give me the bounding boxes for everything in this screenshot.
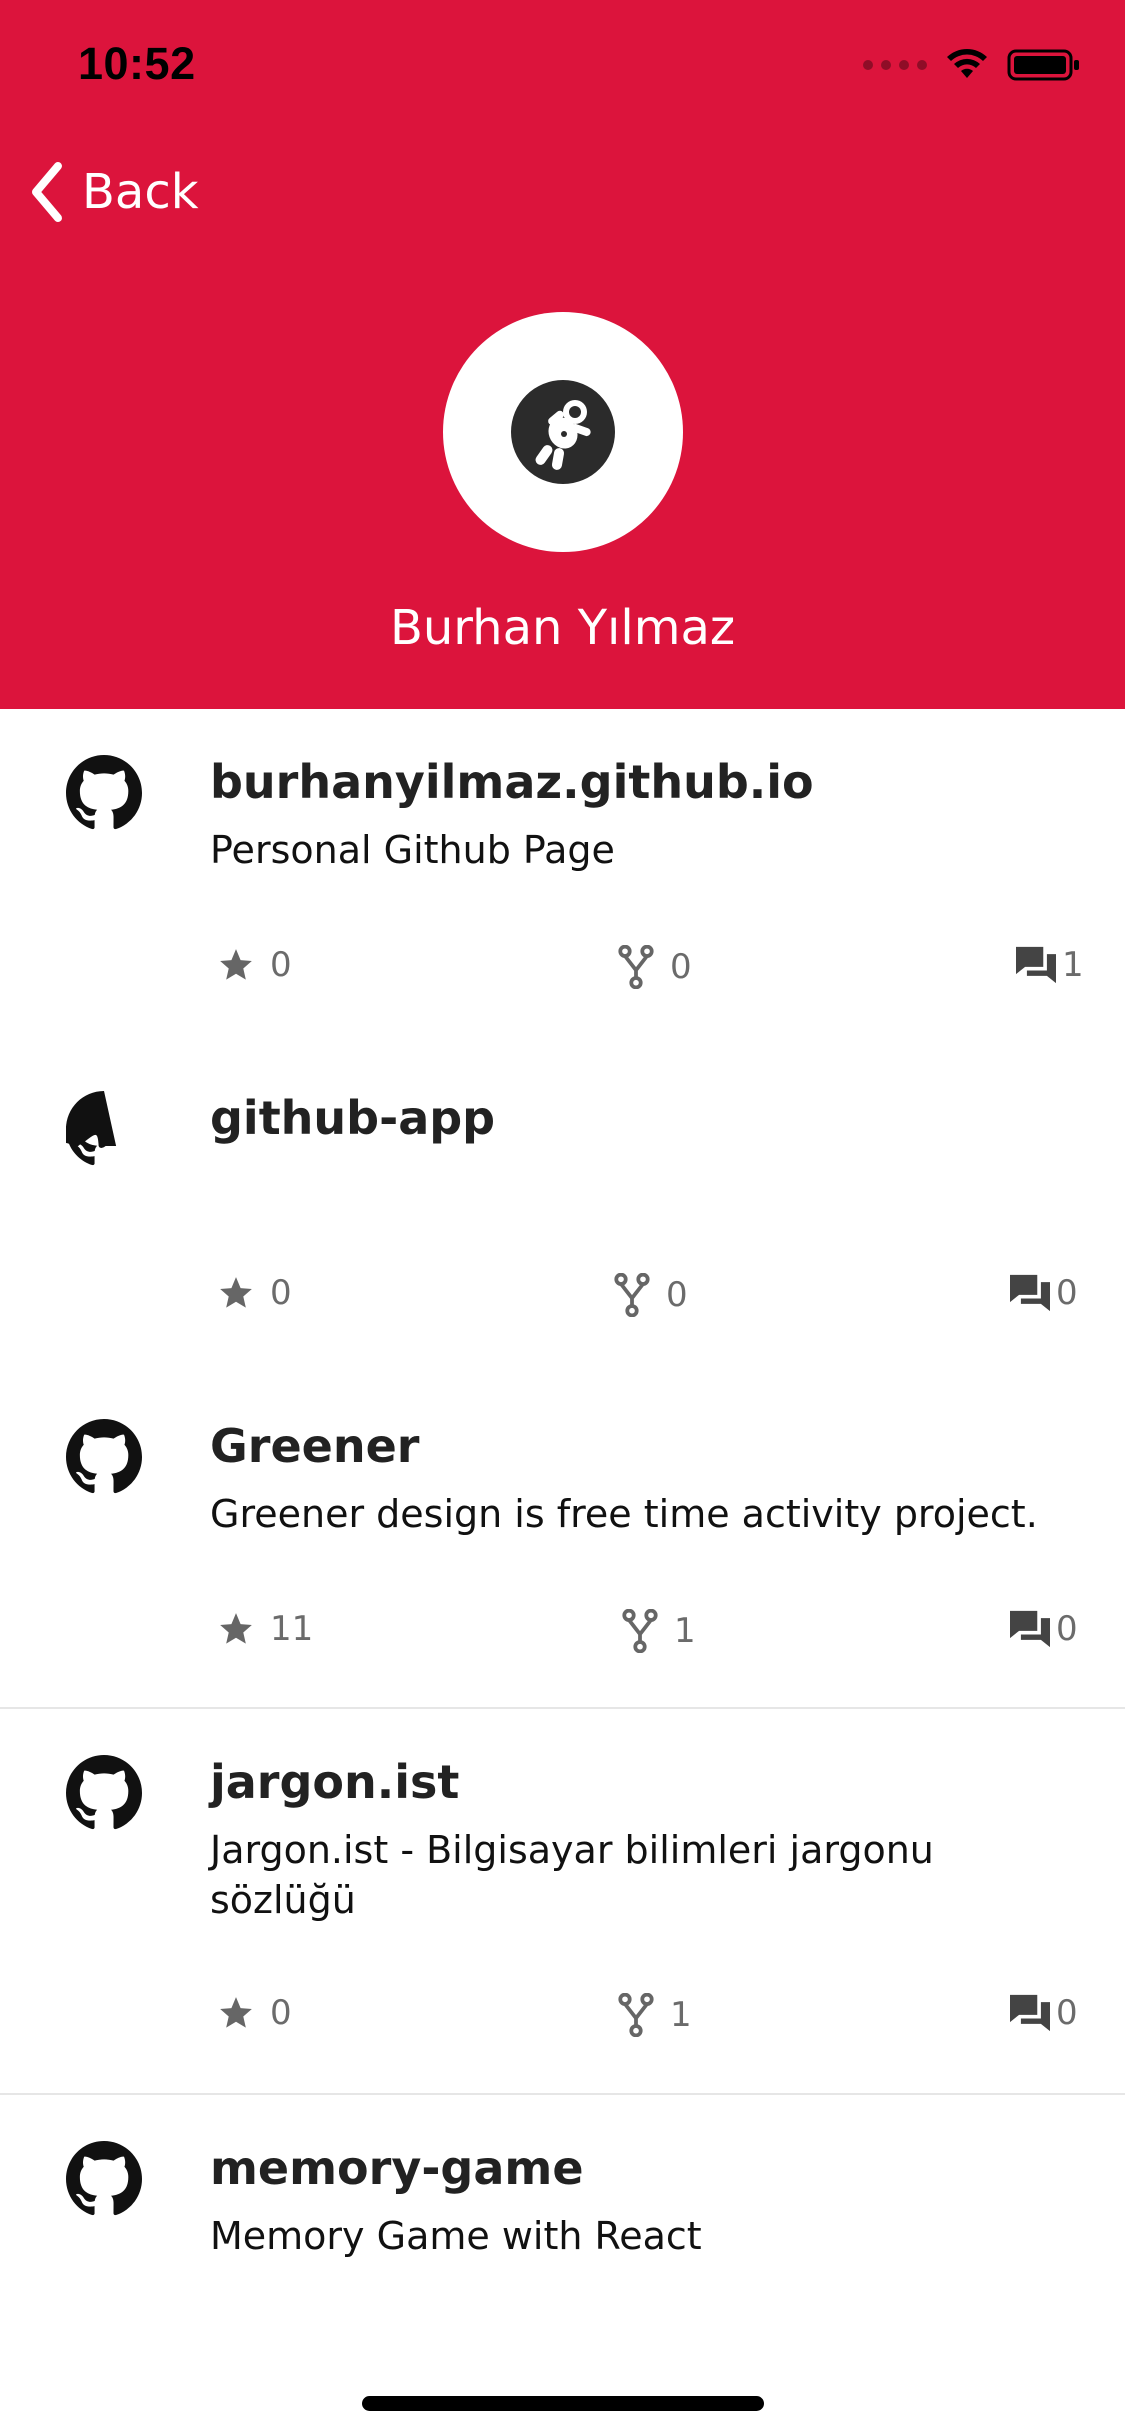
list-item[interactable]: github-app 0 0 0 — [0, 1045, 1125, 1373]
star-icon — [220, 1277, 252, 1308]
repo-name: memory-game — [210, 2141, 584, 2195]
repo-list: burhanyilmaz.github.io Personal Github P… — [0, 709, 1125, 2325]
stars-stat: 0 — [216, 945, 292, 985]
repo-description: Memory Game with React — [210, 2214, 702, 2258]
fork-icon — [614, 1273, 650, 1317]
list-item[interactable]: burhanyilmaz.github.io Personal Github P… — [0, 709, 1125, 1045]
stars-stat: 0 — [216, 1993, 292, 2033]
github-icon — [66, 1755, 142, 1830]
comments-count: 0 — [1056, 1273, 1078, 1313]
comments-count: 0 — [1056, 1993, 1078, 2033]
forks-count: 1 — [674, 1611, 696, 1651]
github-icon — [66, 1091, 117, 1166]
repo-name: github-app — [210, 1091, 496, 1145]
comments-icon — [1010, 1994, 1050, 2032]
stars-stat: 0 — [216, 1273, 292, 1313]
github-icon — [66, 2141, 142, 2216]
comments-icon — [1010, 1274, 1050, 1312]
star-icon — [220, 1613, 252, 1644]
signal-dots-icon — [863, 60, 927, 70]
repo-name: jargon.ist — [210, 1755, 460, 1809]
stars-count: 0 — [270, 1993, 292, 2033]
repo-description: Jargon.ist - Bilgisayar bilimleri jargon… — [210, 1828, 934, 1922]
list-item[interactable]: Greener Greener design is free time acti… — [0, 1373, 1125, 1709]
fork-icon — [618, 945, 654, 989]
list-item[interactable]: jargon.ist Jargon.ist - Bilgisayar bilim… — [0, 1709, 1125, 2095]
profile-header: 10:52 Back Burhan Yılmaz — [0, 0, 1125, 709]
repo-description: Personal Github Page — [210, 828, 615, 872]
status-time: 10:52 — [78, 38, 196, 89]
comments-icon — [1010, 1610, 1050, 1648]
repo-description: Greener design is free time activity pro… — [210, 1492, 1038, 1536]
screen: 10:52 Back Burhan Yılmaz burhanyilmaz.gi… — [0, 0, 1125, 2436]
stars-stat: 11 — [216, 1609, 313, 1649]
comments-stat: 0 — [1008, 1609, 1078, 1649]
fork-icon — [622, 1609, 658, 1653]
home-indicator[interactable] — [362, 2396, 764, 2411]
comments-icon — [1016, 946, 1056, 984]
comments-stat: 0 — [1008, 1273, 1078, 1313]
battery-icon — [1007, 49, 1079, 81]
profile-name: Burhan Yılmaz — [389, 600, 736, 656]
comments-count: 1 — [1062, 945, 1084, 985]
astronaut-icon — [511, 380, 615, 484]
repo-name: Greener — [210, 1419, 420, 1473]
forks-count: 0 — [666, 1275, 688, 1315]
forks-stat: 0 — [616, 945, 692, 989]
forks-count: 0 — [670, 947, 692, 987]
forks-stat: 1 — [620, 1609, 696, 1653]
forks-count: 1 — [670, 1995, 692, 2035]
wifi-icon — [947, 49, 987, 78]
stars-count: 0 — [270, 1273, 292, 1313]
stars-count: 0 — [270, 945, 292, 985]
fork-icon — [618, 1993, 654, 2037]
github-icon — [66, 1419, 142, 1494]
status-icons — [863, 48, 1081, 82]
back-button[interactable]: Back — [28, 160, 199, 224]
comments-stat: 1 — [1014, 945, 1084, 985]
comments-count: 0 — [1056, 1609, 1078, 1649]
chevron-left-icon — [32, 162, 62, 222]
list-item[interactable]: memory-game Memory Game with React — [0, 2095, 1125, 2325]
avatar — [443, 312, 683, 552]
comments-stat: 0 — [1008, 1993, 1078, 2033]
forks-stat: 0 — [612, 1273, 688, 1317]
star-icon — [220, 1997, 252, 2028]
star-icon — [220, 949, 252, 980]
forks-stat: 1 — [616, 1993, 692, 2037]
back-label: Back — [82, 164, 199, 220]
stars-count: 11 — [270, 1609, 314, 1649]
repo-name: burhanyilmaz.github.io — [210, 755, 814, 809]
github-icon — [66, 755, 142, 830]
